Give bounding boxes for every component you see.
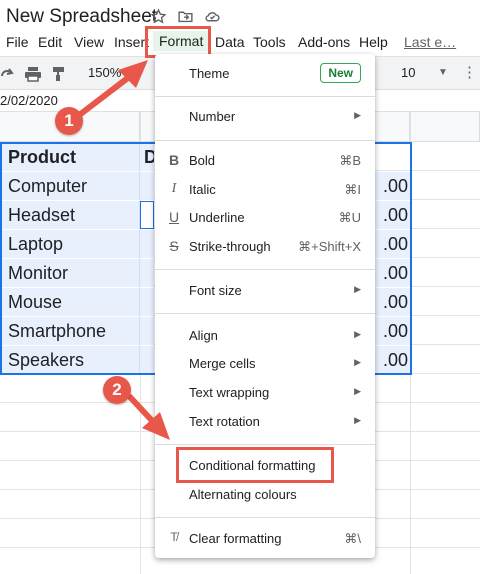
star-icon[interactable] [150,8,167,25]
font-size-dropdown-icon[interactable]: ▼ [438,67,448,78]
zoom-select[interactable]: 150% [88,65,121,80]
menu-item-label: Strike-through [189,239,271,254]
menu-item-alternating-colours[interactable]: Alternating colours [155,481,375,509]
submenu-arrow-icon: ▶ [354,284,361,294]
move-folder-icon[interactable] [177,8,194,25]
cell-b[interactable] [140,172,154,200]
cell-header-b[interactable]: D [140,143,154,171]
cell-value-display[interactable]: 2/02/2020 [0,93,58,108]
italic-icon: I [171,181,177,196]
menu-divider [155,313,375,314]
menu-item-text-rotation[interactable]: Text rotation ▶ [155,408,375,436]
menu-view[interactable]: View [74,34,104,50]
menu-item-number[interactable]: Number ▶ [155,103,375,131]
menu-item-label: Number [189,109,236,124]
menu-item-label: Merge cells [189,356,256,371]
menu-item-label: Italic [189,182,216,197]
menu-item-theme[interactable]: Theme New [155,60,375,88]
underline-icon: U [168,209,180,225]
menu-bar: File Edit View Insert Format Data Tools … [0,30,480,54]
menu-item-merge-cells[interactable]: Merge cells ▶ [155,350,375,378]
menu-edit[interactable]: Edit [38,34,62,50]
submenu-arrow-icon: ▶ [354,415,361,425]
menu-item-strikethrough[interactable]: S Strike-through ⌘+Shift+X [155,233,375,261]
menu-item-label: Text rotation [189,414,260,429]
bold-icon: B [168,152,180,168]
new-badge: New [320,63,361,83]
cell-product[interactable]: Speakers [0,346,140,374]
cell-b[interactable] [140,230,154,258]
submenu-arrow-icon: ▶ [354,386,361,396]
menu-item-label: Clear formatting [189,531,282,546]
clear-formatting-icon: T̸ [170,530,178,544]
menu-insert[interactable]: Insert [114,34,149,50]
menu-item-italic[interactable]: I Italic ⌘I [155,176,375,204]
menu-tools[interactable]: Tools [253,34,286,50]
paint-format-icon[interactable] [52,66,66,82]
step-2-badge: 2 [103,376,131,404]
title-icons [150,8,221,25]
cell-b[interactable] [140,346,154,374]
cell-b[interactable] [140,288,154,316]
cell-product[interactable]: Monitor [0,259,140,287]
cell-product[interactable]: Headset [0,201,140,229]
shortcut-label: ⌘+Shift+X [298,239,361,254]
more-icon[interactable]: ⋮ [462,63,477,81]
cell-b[interactable] [140,259,154,287]
cell-header-product[interactable]: Product [0,143,140,171]
cell-b[interactable] [140,317,154,345]
shortcut-label: ⌘I [344,182,361,197]
menu-item-bold[interactable]: B Bold ⌘B [155,147,375,175]
menu-divider [155,269,375,270]
menu-divider [155,517,375,518]
spreadsheet-app: New Spreadsheet File Edit View Insert Fo… [0,0,480,574]
column-header-c[interactable] [410,112,480,142]
menu-item-label: Alternating colours [189,487,297,502]
menu-divider [155,96,375,97]
menu-add-ons[interactable]: Add-ons [298,34,350,50]
menu-divider [155,444,375,445]
menu-item-align[interactable]: Align ▶ [155,322,375,350]
conditional-formatting-highlight-box [176,447,334,483]
cell-product[interactable]: Mouse [0,288,140,316]
font-size-select[interactable]: 10 [401,65,415,80]
cell-product[interactable]: Computer [0,172,140,200]
shortcut-label: ⌘\ [344,531,361,546]
strikethrough-icon: S [169,238,179,254]
print-icon[interactable] [24,66,42,82]
menu-item-font-size[interactable]: Font size ▶ [155,277,375,305]
cloud-status-icon[interactable] [204,8,221,25]
shortcut-label: ⌘B [339,153,361,168]
document-title[interactable]: New Spreadsheet [6,6,157,28]
submenu-arrow-icon: ▶ [354,357,361,367]
shortcut-label: ⌘U [338,210,361,225]
submenu-arrow-icon: ▶ [354,329,361,339]
last-edit-link[interactable]: Last e… [404,34,456,50]
menu-item-label: Theme [189,66,230,81]
cell-b-active[interactable] [140,201,154,229]
cell-product[interactable]: Smartphone [0,317,140,345]
menu-item-label: Text wrapping [189,385,270,400]
menu-file[interactable]: File [6,34,29,50]
menu-data[interactable]: Data [215,34,245,50]
menu-item-clear-formatting[interactable]: T̸ Clear formatting ⌘\ [155,525,375,553]
submenu-arrow-icon: ▶ [354,110,361,120]
menu-item-label: Align [189,328,218,343]
redo-icon[interactable] [0,66,14,82]
menu-divider [155,140,375,141]
menu-item-label: Underline [189,210,245,225]
menu-help[interactable]: Help [359,34,388,50]
menu-item-text-wrapping[interactable]: Text wrapping ▶ [155,379,375,407]
menu-item-underline[interactable]: U Underline ⌘U [155,204,375,232]
cell-product[interactable]: Laptop [0,230,140,258]
menu-item-label: Bold [189,153,216,168]
menu-item-label: Font size [189,283,242,298]
step-1-badge: 1 [55,107,83,135]
